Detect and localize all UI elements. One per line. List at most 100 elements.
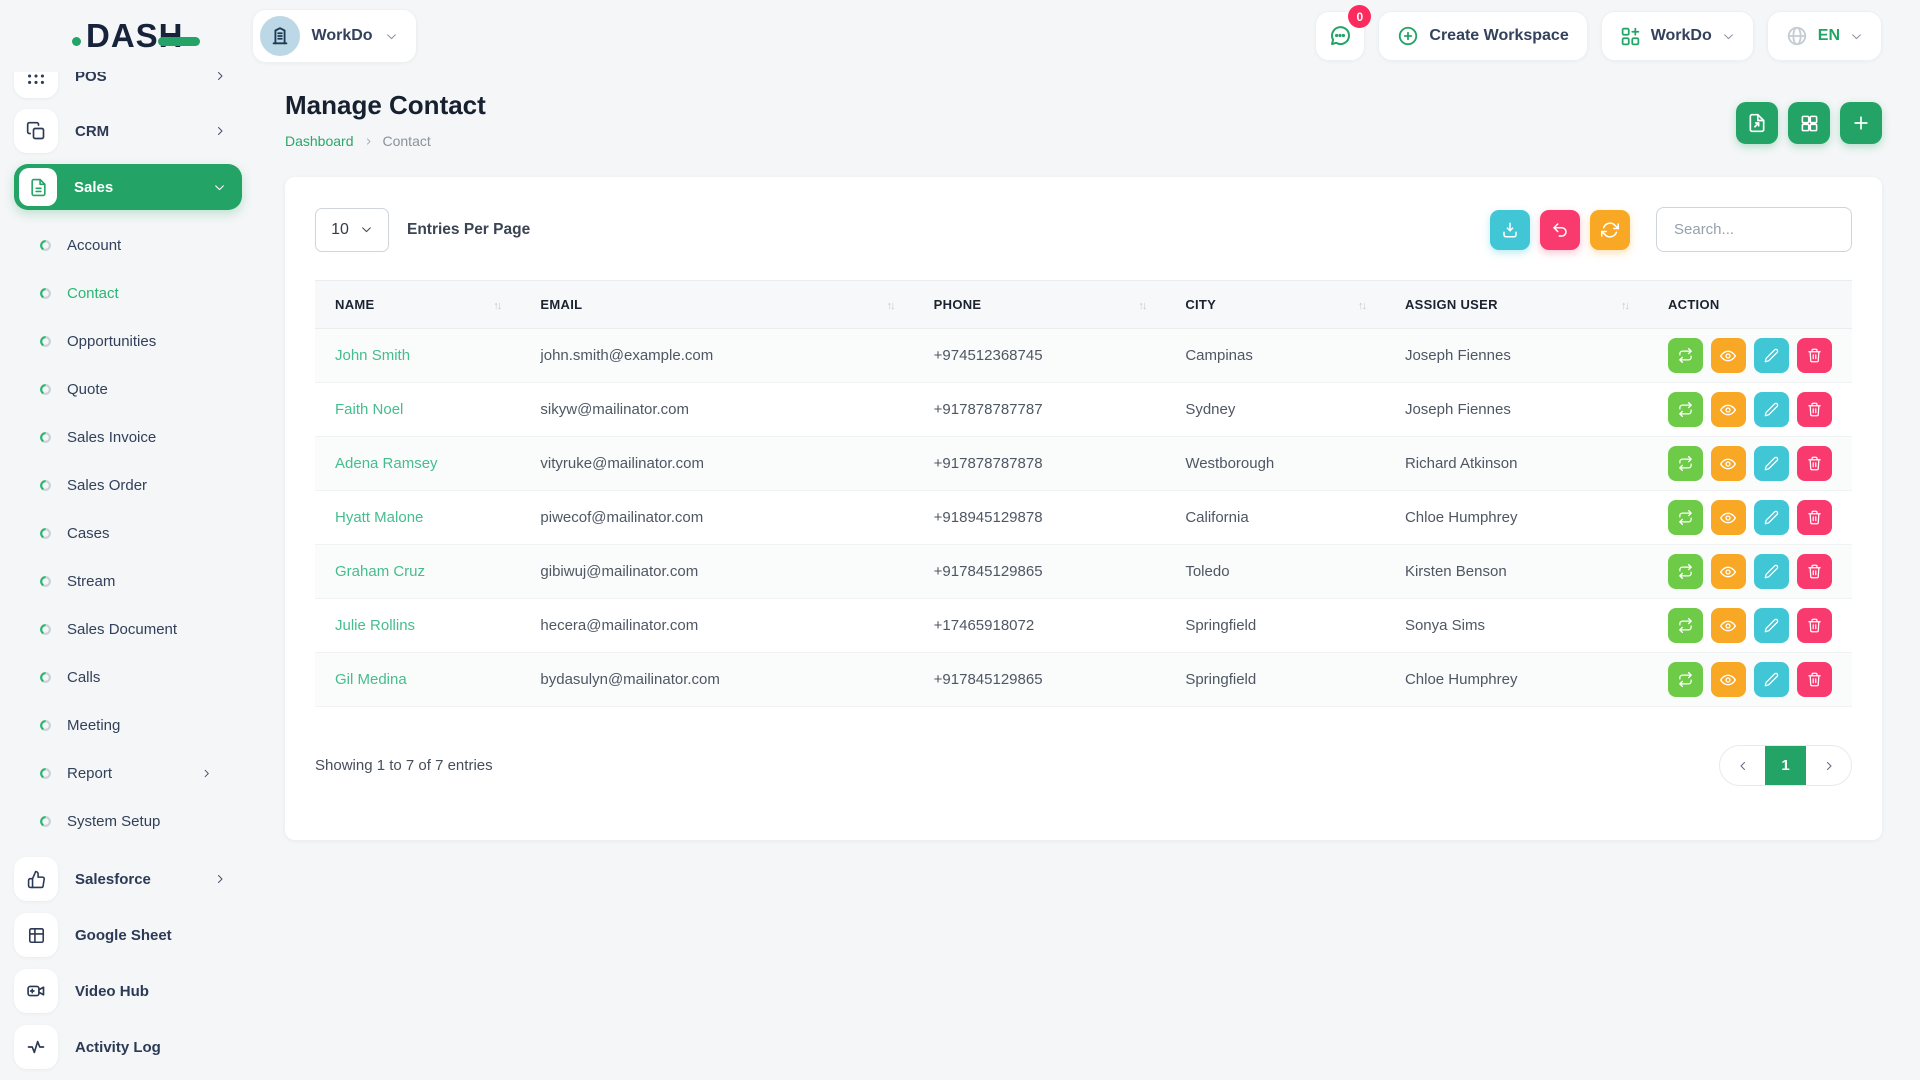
chat-badge: 0 (1348, 5, 1371, 28)
workdo-menu-button[interactable]: WorkDo (1601, 11, 1754, 61)
column-header-name[interactable]: NAME↑↓ (315, 281, 520, 329)
convert-button[interactable] (1668, 446, 1703, 481)
sidebar-subitem-cases[interactable]: Cases (40, 509, 252, 557)
convert-button[interactable] (1668, 338, 1703, 373)
pencil-icon (1764, 618, 1779, 633)
column-header-email[interactable]: EMAIL↑↓ (520, 281, 913, 329)
sidebar-subitem-sales-invoice[interactable]: Sales Invoice (40, 413, 252, 461)
pencil-icon (1764, 510, 1779, 525)
delete-button[interactable] (1797, 446, 1832, 481)
sidebar-subitem-quote[interactable]: Quote (40, 365, 252, 413)
pencil-icon (1764, 564, 1779, 579)
pagination-next[interactable] (1806, 746, 1851, 785)
eye-icon (1720, 672, 1736, 688)
sidebar-item-google-sheet[interactable]: Google Sheet (14, 913, 252, 957)
contact-name-link[interactable]: Hyatt Malone (335, 509, 423, 526)
entries-per-page-select[interactable]: 10 (315, 208, 389, 252)
crm-icon (14, 109, 58, 153)
view-button[interactable] (1711, 392, 1746, 427)
sidebar-subitem-opportunities[interactable]: Opportunities (40, 317, 252, 365)
contact-name-link[interactable]: Julie Rollins (335, 617, 415, 634)
undo-button[interactable] (1540, 210, 1580, 250)
workspace-selector[interactable]: WorkDo (252, 9, 417, 63)
circle-bullet-icon (40, 384, 51, 395)
convert-button[interactable] (1668, 392, 1703, 427)
edit-button[interactable] (1754, 554, 1789, 589)
activity-pulse-icon (14, 1025, 58, 1069)
sidebar-subitem-calls[interactable]: Calls (40, 653, 252, 701)
sidebar-subitem-system-setup[interactable]: System Setup (40, 797, 252, 845)
trash-icon (1807, 402, 1822, 417)
sidebar-subitem-report[interactable]: Report (40, 749, 252, 797)
sidebar-subitem-contact[interactable]: Contact (40, 269, 252, 317)
convert-button[interactable] (1668, 500, 1703, 535)
view-button[interactable] (1711, 500, 1746, 535)
contact-name-link[interactable]: John Smith (335, 347, 410, 364)
contact-name-link[interactable]: Graham Cruz (335, 563, 425, 580)
contact-phone: +918945129878 (914, 491, 1166, 545)
pencil-icon (1764, 456, 1779, 471)
view-button[interactable] (1711, 554, 1746, 589)
delete-button[interactable] (1797, 500, 1832, 535)
pagination-page-1[interactable]: 1 (1765, 746, 1806, 785)
column-header-city[interactable]: CITY↑↓ (1165, 281, 1385, 329)
create-workspace-button[interactable]: Create Workspace (1378, 11, 1587, 61)
search-input[interactable] (1656, 207, 1852, 252)
chevron-down-icon (1850, 30, 1863, 43)
video-camera-icon (14, 969, 58, 1013)
breadcrumb-dashboard-link[interactable]: Dashboard (285, 133, 354, 149)
delete-button[interactable] (1797, 662, 1832, 697)
contact-name-link[interactable]: Gil Medina (335, 671, 407, 688)
contact-city: Westborough (1165, 437, 1385, 491)
circle-bullet-icon (40, 816, 51, 827)
add-contact-button[interactable] (1840, 102, 1882, 144)
eye-icon (1720, 348, 1736, 364)
sidebar-subitem-meeting[interactable]: Meeting (40, 701, 252, 749)
contact-assign-user: Sonya Sims (1385, 599, 1648, 653)
chevron-down-icon (385, 30, 398, 43)
delete-button[interactable] (1797, 608, 1832, 643)
sidebar-item-salesforce[interactable]: Salesforce (14, 857, 252, 901)
edit-button[interactable] (1754, 392, 1789, 427)
contact-name-link[interactable]: Adena Ramsey (335, 455, 438, 472)
pencil-icon (1764, 348, 1779, 363)
grid-view-button[interactable] (1788, 102, 1830, 144)
view-button[interactable] (1711, 608, 1746, 643)
sidebar-item-video-hub[interactable]: Video Hub (14, 969, 252, 1013)
app-logo[interactable]: DASH (72, 17, 200, 55)
refresh-button[interactable] (1590, 210, 1630, 250)
sidebar-item-activity-log[interactable]: Activity Log (14, 1025, 252, 1069)
sidebar-item-crm[interactable]: CRM (14, 109, 252, 153)
convert-button[interactable] (1668, 608, 1703, 643)
edit-button[interactable] (1754, 662, 1789, 697)
view-button[interactable] (1711, 446, 1746, 481)
table-row: Gil Medina bydasulyn@mailinator.com +917… (315, 653, 1852, 707)
contact-name-link[interactable]: Faith Noel (335, 401, 403, 418)
sidebar-subitem-sales-order[interactable]: Sales Order (40, 461, 252, 509)
pagination-prev[interactable] (1720, 746, 1765, 785)
edit-button[interactable] (1754, 500, 1789, 535)
sidebar-subitem-account[interactable]: Account (40, 221, 252, 269)
delete-button[interactable] (1797, 338, 1832, 373)
edit-button[interactable] (1754, 338, 1789, 373)
column-header-assign-user[interactable]: ASSIGN USER↑↓ (1385, 281, 1648, 329)
page-header: Manage Contact Dashboard Contact (285, 90, 1882, 149)
edit-button[interactable] (1754, 446, 1789, 481)
grid-plus-icon (1620, 26, 1641, 47)
sidebar-item-sales[interactable]: Sales (14, 164, 242, 210)
convert-button[interactable] (1668, 554, 1703, 589)
convert-button[interactable] (1668, 662, 1703, 697)
delete-button[interactable] (1797, 554, 1832, 589)
column-header-phone[interactable]: PHONE↑↓ (914, 281, 1166, 329)
sidebar-subitem-stream[interactable]: Stream (40, 557, 252, 605)
download-button[interactable] (1490, 210, 1530, 250)
edit-button[interactable] (1754, 608, 1789, 643)
view-button[interactable] (1711, 338, 1746, 373)
sidebar-subitem-sales-document[interactable]: Sales Document (40, 605, 252, 653)
view-button[interactable] (1711, 662, 1746, 697)
delete-button[interactable] (1797, 392, 1832, 427)
eye-icon (1720, 564, 1736, 580)
export-button[interactable] (1736, 102, 1778, 144)
messages-button[interactable]: 0 (1315, 11, 1365, 61)
language-selector[interactable]: EN (1767, 11, 1882, 61)
